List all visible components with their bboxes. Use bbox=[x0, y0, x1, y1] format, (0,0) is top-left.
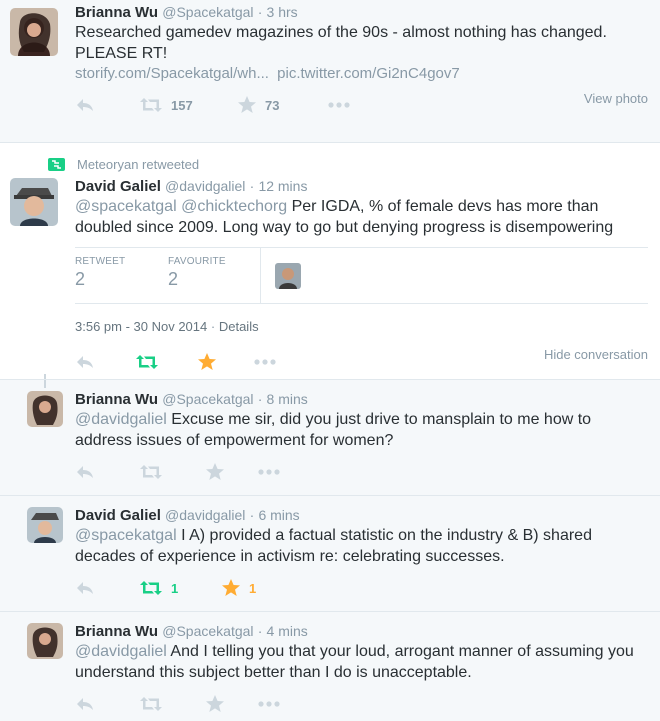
author-name[interactable]: Brianna Wu bbox=[75, 391, 158, 408]
avatar[interactable] bbox=[10, 178, 58, 226]
tweet-text: @davidgaliel And I telling you that your… bbox=[75, 641, 635, 683]
tweet-time[interactable]: 8 mins bbox=[267, 391, 308, 407]
reply-icon[interactable] bbox=[75, 696, 139, 712]
tweet-header: Brianna Wu @Spacekatgal · 8 mins bbox=[75, 391, 308, 408]
tweet-actions bbox=[75, 352, 277, 372]
avatar[interactable] bbox=[27, 507, 63, 543]
retweet-stat-count: 2 bbox=[75, 269, 86, 289]
retweet-icon[interactable] bbox=[139, 696, 205, 712]
retweet-icon bbox=[139, 97, 163, 113]
retweet-icon[interactable] bbox=[139, 464, 205, 480]
tweet-meta: 3:56 pm - 30 Nov 2014 · Details bbox=[75, 319, 259, 334]
retweet-context: Meteoryan retweeted bbox=[48, 157, 199, 172]
retweet-button[interactable]: 1 bbox=[139, 580, 221, 596]
separator-dot: · bbox=[249, 507, 255, 523]
tweet-actions: 1 1 bbox=[75, 578, 256, 598]
more-icon[interactable] bbox=[257, 700, 281, 708]
tweet-stats: RETWEET 2 FAVOURITE 2 bbox=[75, 247, 648, 304]
mentions[interactable]: @spacekatgal @chicktechorg bbox=[75, 198, 287, 215]
retweet-stat-label: RETWEET bbox=[75, 256, 126, 267]
tweet-header: David Galiel @davidgaliel · 6 mins bbox=[75, 507, 300, 524]
tweet-time[interactable]: 3 hrs bbox=[267, 4, 298, 20]
favorite-button[interactable]: 73 bbox=[237, 95, 327, 115]
favorite-icon bbox=[237, 95, 257, 115]
avatar[interactable] bbox=[10, 8, 58, 56]
more-icon[interactable] bbox=[253, 358, 277, 366]
reply-icon[interactable] bbox=[75, 97, 139, 113]
favourite-stat[interactable]: FAVOURITE 2 bbox=[168, 256, 226, 290]
more-icon[interactable] bbox=[327, 101, 351, 109]
favourite-stat-label: FAVOURITE bbox=[168, 256, 226, 267]
tweet-links: storify.com/Spacekatgal/wh... pic.twitte… bbox=[75, 65, 460, 82]
avatar[interactable] bbox=[27, 623, 63, 659]
reply-icon[interactable] bbox=[75, 464, 139, 480]
tweet-time[interactable]: 12 mins bbox=[258, 178, 307, 194]
tweet-header: Brianna Wu @Spacekatgal · 3 hrs bbox=[75, 4, 298, 21]
mention[interactable]: @spacekatgal bbox=[75, 527, 177, 544]
author-handle[interactable]: @Spacekatgal bbox=[162, 391, 253, 407]
tweet-time[interactable]: 4 mins bbox=[267, 623, 308, 639]
retweeted-by[interactable]: Meteoryan retweeted bbox=[77, 157, 199, 172]
timestamp[interactable]: 3:56 pm - 30 Nov 2014 bbox=[75, 319, 207, 334]
author-handle[interactable]: @davidgaliel bbox=[165, 178, 245, 194]
separator-dot: · bbox=[210, 319, 216, 334]
separator-dot: · bbox=[249, 178, 255, 194]
favorite-icon bbox=[221, 578, 241, 598]
separator-dot: · bbox=[257, 623, 263, 639]
favorite-button[interactable]: 1 bbox=[221, 578, 256, 598]
reply-icon[interactable] bbox=[75, 354, 135, 370]
more-icon[interactable] bbox=[257, 468, 281, 476]
tweet-header: David Galiel @davidgaliel · 12 mins bbox=[75, 178, 307, 195]
mention[interactable]: @davidgaliel bbox=[75, 643, 167, 660]
author-name[interactable]: Brianna Wu bbox=[75, 623, 158, 640]
tweet-text: @spacekatgal @chicktechorg Per IGDA, % o… bbox=[75, 196, 635, 238]
separator-dot: · bbox=[257, 4, 263, 20]
author-handle[interactable]: @Spacekatgal bbox=[162, 623, 253, 639]
retweet-count: 157 bbox=[171, 97, 193, 113]
tweet-header: Brianna Wu @Spacekatgal · 4 mins bbox=[75, 623, 308, 640]
retweet-count: 1 bbox=[171, 580, 179, 596]
details-link[interactable]: Details bbox=[219, 319, 259, 334]
tweet-actions: 157 73 bbox=[75, 95, 351, 115]
separator-dot: · bbox=[257, 391, 263, 407]
reply-icon[interactable] bbox=[75, 580, 139, 596]
tweet-brianna-1[interactable]: Brianna Wu @Spacekatgal · 3 hrs Research… bbox=[0, 0, 660, 142]
tweet-actions bbox=[75, 694, 281, 714]
tweet-text: @spacekatgal I A) provided a factual sta… bbox=[75, 525, 635, 567]
pic-link[interactable]: pic.twitter.com/Gi2nC4gov7 bbox=[277, 65, 460, 82]
tweet-text: @davidgaliel Excuse me sir, did you just… bbox=[75, 409, 635, 451]
avatar[interactable] bbox=[27, 391, 63, 427]
author-name[interactable]: David Galiel bbox=[75, 507, 161, 524]
tweet-time[interactable]: 6 mins bbox=[258, 507, 299, 523]
storify-link[interactable]: storify.com/Spacekatgal/wh... bbox=[75, 65, 269, 82]
stat-divider bbox=[260, 248, 261, 303]
retweet-context-icon bbox=[48, 158, 65, 171]
favorite-icon[interactable] bbox=[205, 694, 257, 714]
retweet-stat[interactable]: RETWEET 2 bbox=[75, 256, 125, 290]
view-photo-link[interactable]: View photo bbox=[584, 91, 648, 106]
favorite-count: 73 bbox=[265, 97, 280, 113]
favorite-icon[interactable] bbox=[205, 462, 257, 482]
tweet-text: Researched gamedev magazines of the 90s … bbox=[75, 24, 607, 62]
tweet-actions bbox=[75, 462, 281, 482]
favourite-stat-count: 2 bbox=[168, 269, 179, 289]
favorite-count: 1 bbox=[249, 580, 257, 596]
retweet-icon bbox=[139, 580, 163, 596]
favoriter-avatar[interactable] bbox=[275, 263, 301, 289]
author-name[interactable]: Brianna Wu bbox=[75, 4, 158, 21]
author-name[interactable]: David Galiel bbox=[75, 178, 161, 195]
author-handle[interactable]: @Spacekatgal bbox=[162, 4, 253, 20]
favorite-icon[interactable] bbox=[197, 352, 253, 372]
author-handle[interactable]: @davidgaliel bbox=[165, 507, 245, 523]
mention[interactable]: @davidgaliel bbox=[75, 411, 167, 428]
retweet-icon[interactable] bbox=[135, 354, 197, 370]
hide-conversation-link[interactable]: Hide conversation bbox=[544, 347, 648, 362]
retweet-button[interactable]: 157 bbox=[139, 97, 237, 113]
